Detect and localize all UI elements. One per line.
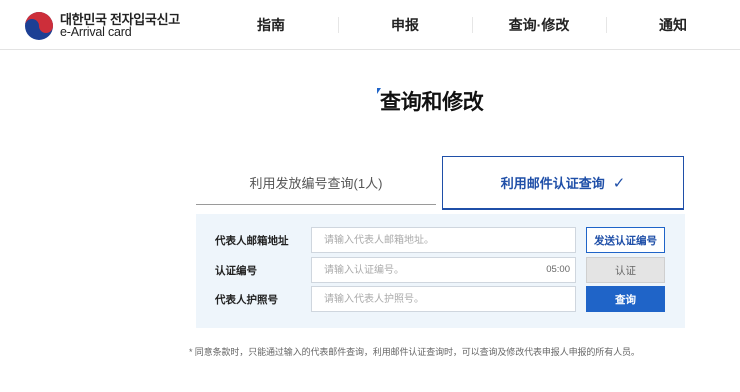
main-nav: 指南 申报 查询·修改 通知: [204, 0, 740, 50]
nav-notice[interactable]: 通知: [606, 0, 740, 50]
passport-input[interactable]: [311, 286, 576, 312]
code-label: 认证编号: [215, 265, 257, 277]
tab-email-auth-search[interactable]: 利用邮件认证查询 ✓: [442, 156, 684, 210]
verify-button[interactable]: 认证: [586, 257, 665, 283]
code-input[interactable]: [311, 257, 576, 283]
terms-note: * 同意条款时，只能通过输入的代表邮件查询，利用邮件认证查询时，可以查询及修改代…: [189, 347, 640, 357]
logo-title: 대한민국 전자입국신고: [60, 11, 180, 27]
check-icon: ✓: [612, 174, 626, 192]
code-row: 认证编号 05:00 认证: [196, 257, 685, 283]
passport-label: 代表人护照号: [215, 294, 278, 306]
page-title: 查询和修改: [380, 91, 484, 114]
send-code-button[interactable]: 发送认证编号: [586, 227, 665, 253]
taegeuk-emblem-icon: [25, 12, 53, 40]
site-header: 대한민국 전자입국신고 e-Arrival card 指南 申报 查询·修改 通…: [0, 0, 740, 50]
email-row: 代表人邮箱地址 发送认证编号: [196, 227, 685, 253]
countdown-timer: 05:00: [546, 264, 570, 275]
logo-subtitle: e-Arrival card: [60, 25, 132, 40]
nav-guide[interactable]: 指南: [204, 0, 338, 50]
passport-row: 代表人护照号 查询: [196, 286, 685, 312]
code-input-wrap: 05:00: [311, 257, 576, 283]
email-input[interactable]: [311, 227, 576, 253]
email-label: 代表人邮箱地址: [215, 235, 289, 247]
search-button[interactable]: 查询: [586, 286, 665, 312]
nav-search-modify[interactable]: 查询·修改: [472, 0, 606, 50]
site-logo[interactable]: 대한민국 전자입국신고 e-Arrival card: [24, 11, 184, 41]
tab-label: 利用发放编号查询(1人): [249, 176, 383, 191]
tab-label: 利用邮件认证查询: [500, 176, 605, 191]
nav-declare[interactable]: 申报: [338, 0, 472, 50]
search-form-panel: 代表人邮箱地址 发送认证编号 认证编号 05:00 认证 代表人护照号 查询: [196, 214, 685, 328]
tab-issued-number-search[interactable]: 利用发放编号查询(1人): [196, 161, 436, 205]
